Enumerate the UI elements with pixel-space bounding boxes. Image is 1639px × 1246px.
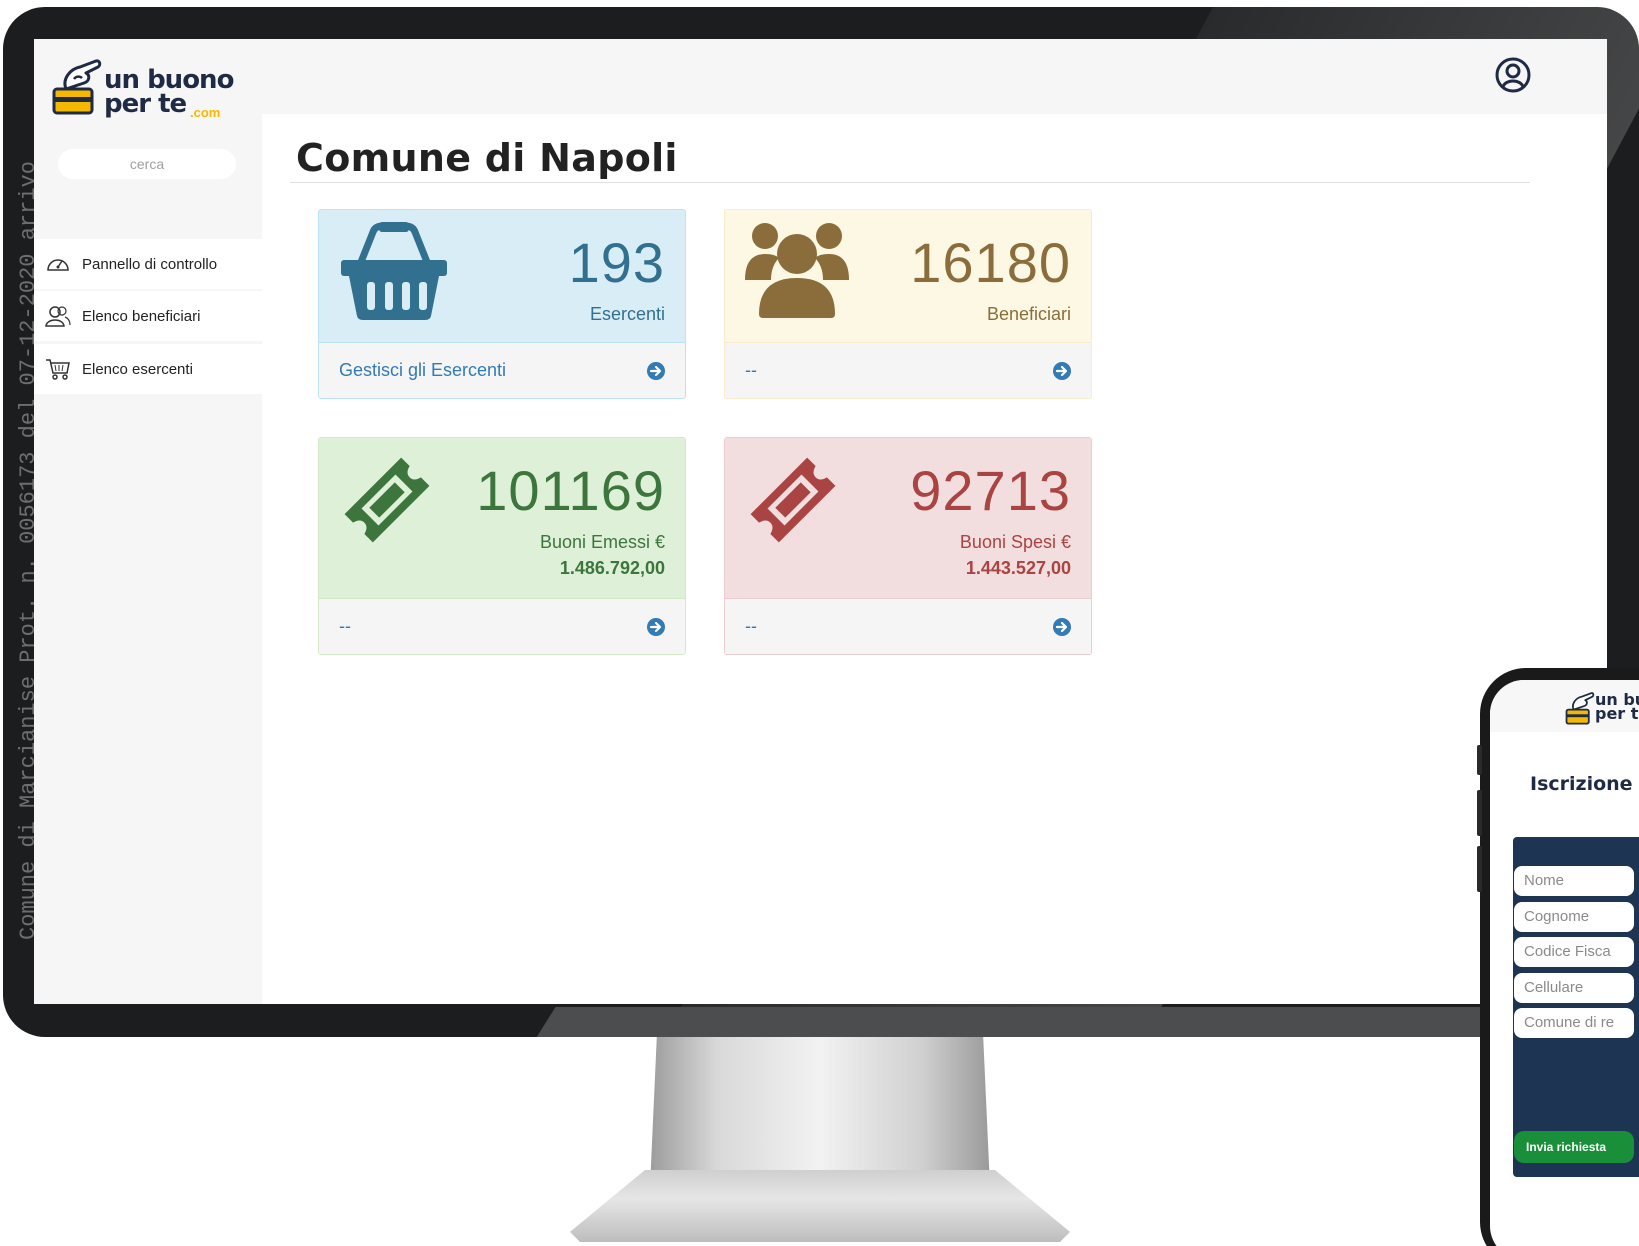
panel-head: 16180 Beneficiari (725, 210, 1091, 342)
panel-label: Esercenti (589, 304, 665, 324)
logo-text-line2: per te (104, 89, 187, 119)
cognome-field[interactable]: Cognome (1514, 902, 1634, 932)
submit-button[interactable]: Invia richiesta (1514, 1131, 1634, 1163)
user-account-icon[interactable] (1495, 57, 1531, 93)
arrow-circle-right-icon (1053, 617, 1071, 636)
cart-icon (44, 355, 72, 383)
sidebar-item-pannello[interactable]: Pannello di controllo (34, 239, 262, 289)
panel-footer-label: -- (745, 616, 757, 636)
comune-field[interactable]: Comune di re (1514, 1008, 1634, 1038)
dashboard-icon (44, 250, 72, 278)
panel-head: 193 Esercenti (319, 210, 685, 342)
panel-footer-label: -- (339, 616, 351, 636)
panel-amount: 1.486.792,00 (559, 558, 665, 578)
panel-footer-link[interactable]: -- (725, 342, 1091, 398)
sidebar-item-label: Pannello di controllo (82, 255, 218, 273)
phone-button (1477, 745, 1482, 775)
monitor-stand-neck (650, 1037, 990, 1187)
arrow-circle-right-icon (647, 361, 665, 380)
panel-label: Beneficiari (986, 304, 1071, 324)
panel-footer-label: Gestisci gli Esercenti (339, 360, 507, 380)
page-title: Comune di Napoli (296, 136, 678, 180)
logo-hand-icon (52, 59, 102, 115)
cellulare-field[interactable]: Cellulare (1514, 973, 1634, 1003)
sidebar-item-esercenti[interactable]: Elenco esercenti (34, 344, 262, 394)
panel-buoni-emessi: 101169 Buoni Emessi € 1.486.792,00 -- (318, 437, 686, 655)
sidebar-item-label: Elenco esercenti (82, 360, 193, 378)
panel-value: 193 (568, 231, 665, 294)
arrow-circle-right-icon (1053, 361, 1071, 380)
panel-footer-link[interactable]: Gestisci gli Esercenti (319, 342, 685, 398)
monitor-stand-base (570, 1170, 1070, 1242)
ticket-icon (745, 454, 841, 551)
panel-buoni-spesi: 92713 Buoni Spesi € 1.443.527,00 -- (724, 437, 1092, 655)
search-input[interactable] (58, 149, 236, 179)
users-group-icon (745, 222, 849, 327)
logo-hand-icon (1565, 692, 1595, 725)
stage: un buono per te .com Pannello di control… (0, 0, 1639, 1246)
bezel-bottom-sheen (530, 1007, 1639, 1037)
sidebar-item-label: Elenco beneficiari (82, 307, 201, 325)
panel-head: 101169 Buoni Emessi € 1.486.792,00 (319, 438, 685, 598)
panel-value: 16180 (910, 231, 1071, 294)
panel-label: Buoni Emessi € (539, 532, 665, 552)
phone-button (1477, 846, 1482, 892)
phone-heading: Iscrizione C (1530, 773, 1639, 795)
panel-beneficiari: 16180 Beneficiari -- (724, 209, 1092, 399)
monitor-screen: un buono per te .com Pannello di control… (34, 39, 1607, 1004)
nome-field[interactable]: Nome (1514, 866, 1634, 896)
app-logo[interactable]: un buono per te .com (52, 59, 252, 129)
phone-app-logo[interactable]: un buono per te (1565, 690, 1639, 730)
watermark-text: Comune di Marcianise Prot. n. 0056173 de… (16, 161, 41, 940)
codice-fiscale-field[interactable]: Codice Fisca (1514, 937, 1634, 967)
panel-label: Buoni Spesi € (959, 532, 1071, 552)
ticket-icon (339, 454, 435, 551)
panel-value: 101169 (476, 459, 665, 522)
panel-value: 92713 (910, 459, 1071, 522)
protocol-watermark: Comune di Marcianise Prot. n. 0056173 de… (16, 130, 46, 940)
phone-logo-line2: per te (1595, 704, 1639, 723)
phone-button (1477, 790, 1482, 836)
panel-footer-label: -- (745, 360, 757, 380)
phone-screen: un buono per te Iscrizione C Nome Cognom… (1490, 680, 1639, 1246)
title-divider (290, 182, 1530, 183)
basket-icon (339, 222, 449, 327)
logo-text-suffix: .com (190, 105, 221, 120)
panel-esercenti: 193 Esercenti Gestisci gli Esercenti (318, 209, 686, 399)
sidebar-item-beneficiari[interactable]: Elenco beneficiari (34, 291, 262, 341)
topbar (34, 39, 1607, 114)
arrow-circle-right-icon (647, 617, 665, 636)
panel-head: 92713 Buoni Spesi € 1.443.527,00 (725, 438, 1091, 598)
users-icon (44, 302, 72, 330)
panel-footer-link[interactable]: -- (319, 598, 685, 654)
panel-footer-link[interactable]: -- (725, 598, 1091, 654)
panel-amount: 1.443.527,00 (965, 558, 1071, 578)
